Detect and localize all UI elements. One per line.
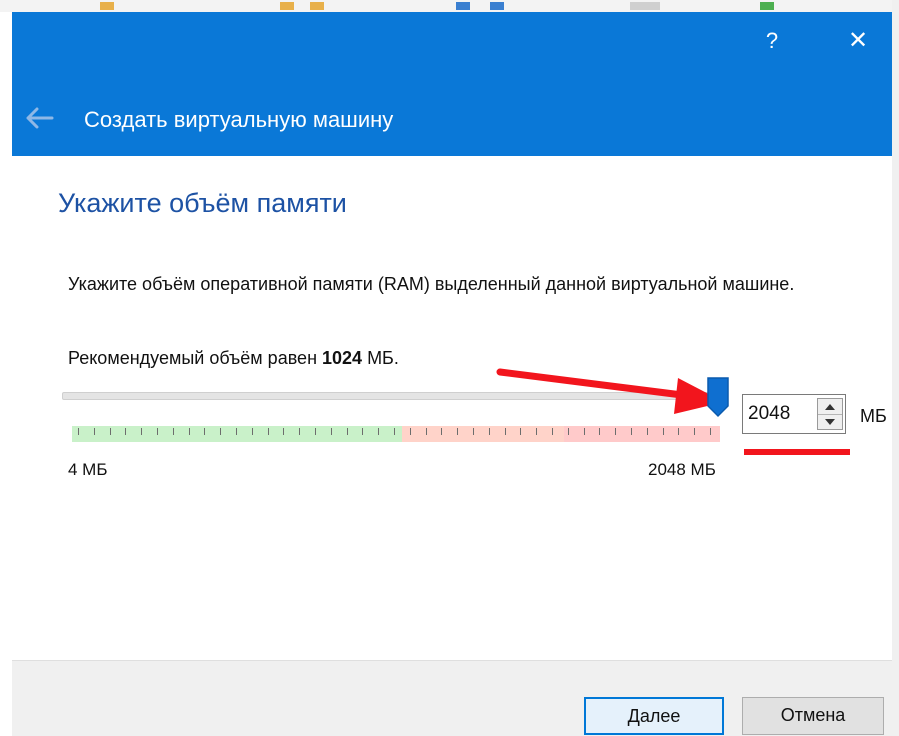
scale-tick (141, 428, 142, 435)
background-taskbar-strip (0, 0, 899, 12)
scale-tick (94, 428, 95, 435)
scale-tick (252, 428, 253, 435)
close-button[interactable]: ✕ (838, 26, 878, 56)
scale-zone-recommended (72, 426, 402, 442)
scale-tick (299, 428, 300, 435)
spin-up-icon[interactable] (818, 399, 842, 414)
scale-tick (520, 428, 521, 435)
memory-unit-label: МБ (860, 406, 887, 426)
spinbox-arrows (817, 398, 843, 430)
scale-tick (631, 428, 632, 435)
scale-tick (331, 428, 332, 435)
back-arrow-icon[interactable] (22, 106, 56, 130)
scale-tick (236, 428, 237, 435)
scale-tick (173, 428, 174, 435)
scale-tick (394, 428, 395, 435)
scale-tick (410, 428, 411, 435)
scale-tick (457, 428, 458, 435)
scale-tick (189, 428, 190, 435)
dialog-header: ? ✕ Создать виртуальную машину (12, 12, 892, 156)
background-app-icon (490, 2, 504, 10)
scale-tick (157, 428, 158, 435)
scale-zone-danger (564, 426, 720, 442)
slider-max-label: 2048 МБ (648, 460, 716, 479)
red-annotation-arrow (496, 368, 724, 414)
memory-description: Укажите объём оперативной памяти (RAM) в… (68, 274, 795, 294)
scale-tick (220, 428, 221, 435)
scale-tick (647, 428, 648, 435)
slider-min-label: 4 МБ (68, 460, 108, 479)
recommend-suffix: МБ. (362, 348, 399, 368)
scale-tick (615, 428, 616, 435)
background-app-icon (630, 2, 660, 10)
background-app-icon (310, 2, 324, 10)
scale-tick (378, 428, 379, 435)
wizard-title: Создать виртуальную машину (84, 107, 394, 132)
cancel-button[interactable]: Отмена (742, 697, 884, 735)
scale-tick (489, 428, 490, 435)
scale-tick (315, 428, 316, 435)
scale-tick (426, 428, 427, 435)
scale-tick (694, 428, 695, 435)
recommend-prefix: Рекомендуемый объём равен (68, 348, 323, 368)
scale-tick (710, 428, 711, 435)
memory-size-value[interactable]: 2048 (748, 403, 790, 425)
recommended-memory-text: Рекомендуемый объём равен 1024 МБ. (68, 346, 399, 370)
background-app-icon (100, 2, 114, 10)
scale-tick (204, 428, 205, 435)
scale-tick (283, 428, 284, 435)
memory-slider-scale (72, 426, 720, 442)
scale-tick (505, 428, 506, 435)
scale-tick (584, 428, 585, 435)
scale-tick (362, 428, 363, 435)
scale-tick (268, 428, 269, 435)
scale-tick (473, 428, 474, 435)
scale-tick (678, 428, 679, 435)
scale-tick (568, 428, 569, 435)
scale-tick (125, 428, 126, 435)
background-app-icon (280, 2, 294, 10)
memory-size-spinbox[interactable]: 2048 (742, 394, 846, 434)
scale-tick (347, 428, 348, 435)
dialog-footer: Далее Отмена (12, 660, 892, 736)
red-underline-annotation (744, 449, 850, 455)
create-vm-dialog: ? ✕ Создать виртуальную машину Укажите о… (12, 12, 892, 736)
background-app-icon (456, 2, 470, 10)
background-app-icon (760, 2, 774, 10)
scale-tick (441, 428, 442, 435)
background-window-edge (892, 0, 899, 736)
recommend-value: 1024 (322, 348, 363, 368)
memory-slider-thumb[interactable] (706, 376, 730, 418)
next-button[interactable]: Далее (584, 697, 724, 735)
scale-tick (78, 428, 79, 435)
scale-tick (599, 428, 600, 435)
scale-tick (552, 428, 553, 435)
scale-tick (536, 428, 537, 435)
help-button[interactable]: ? (752, 26, 792, 56)
page-heading: Укажите объём памяти (58, 188, 347, 218)
scale-tick (663, 428, 664, 435)
scale-tick (110, 428, 111, 435)
spin-down-icon[interactable] (818, 414, 842, 430)
